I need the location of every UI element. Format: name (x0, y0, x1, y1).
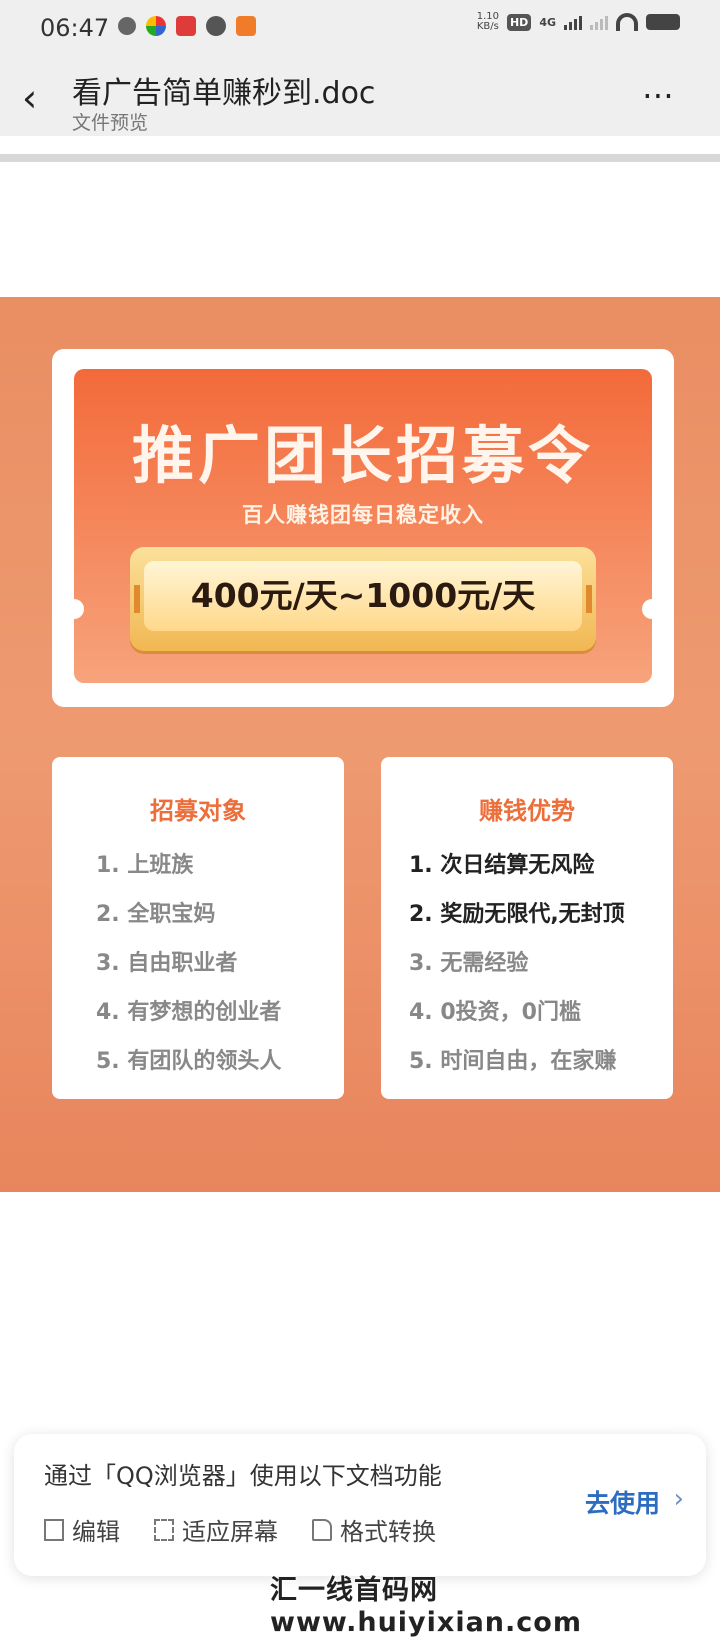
recruit-target-card: 招募对象 1. 上班族 2. 全职宝妈 3. 自由职业者 4. 有梦想的创业者 … (52, 757, 344, 1099)
back-icon[interactable]: ‹ (22, 78, 52, 118)
settings-icon (118, 17, 136, 35)
list-item: 1. 次日结算无风险 (409, 853, 595, 878)
notification-icons (118, 16, 256, 36)
chevron-right-icon[interactable]: › (674, 1484, 684, 1514)
feature-label: 编辑 (72, 1518, 120, 1546)
app-header: ‹ 看广告简单赚秒到.doc 文件预览 ⋯ (0, 56, 720, 136)
card-heading: 赚钱优势 (479, 797, 575, 825)
document-title: 看广告简单赚秒到.doc (72, 76, 376, 111)
list-item: 4. 0投资，0门槛 (409, 1000, 581, 1025)
expand-icon (154, 1518, 174, 1541)
app-notification-icon (236, 16, 256, 36)
feature-label: 格式转换 (340, 1518, 436, 1546)
battery-icon (646, 14, 680, 30)
watermark: 汇一线首码网 www.huiyixian.com (270, 1575, 582, 1638)
advantage-card: 赚钱优势 1. 次日结算无风险 2. 奖励无限代,无封顶 3. 无需经验 4. … (381, 757, 673, 1099)
list-item: 2. 全职宝妈 (96, 902, 216, 927)
signal-icon (564, 14, 582, 30)
list-item: 5. 时间自由，在家赚 (409, 1049, 617, 1074)
edit-icon (44, 1518, 64, 1541)
app-notification-icon (176, 16, 196, 36)
price-text: 400元/天~1000元/天 (144, 561, 582, 631)
edit-feature[interactable]: 编辑 (44, 1512, 120, 1547)
hd-icon: HD (506, 13, 532, 31)
go-use-button[interactable]: 去使用 (585, 1484, 660, 1520)
list-item: 3. 无需经验 (409, 951, 529, 976)
net-speed-unit: KB/s (476, 21, 499, 32)
recruit-target-list: 1. 上班族 2. 全职宝妈 3. 自由职业者 4. 有梦想的创业者 5. 有团… (96, 851, 281, 1096)
wifi-icon (616, 13, 638, 31)
poster-subtitle: 百人赚钱团每日稳定收入 (242, 503, 484, 527)
feature-label: 适应屏幕 (182, 1518, 278, 1546)
more-options-icon[interactable]: ⋯ (642, 76, 676, 114)
format-convert-feature[interactable]: 格式转换 (312, 1512, 436, 1547)
ticket-notch (64, 599, 84, 619)
list-item: 5. 有团队的领头人 (96, 1049, 282, 1074)
app-notification-icon (146, 16, 166, 36)
poster-banner: 推广团长招募令 百人赚钱团每日稳定收入 400元/天~1000元/天 (64, 369, 662, 683)
card-heading: 招募对象 (150, 797, 246, 825)
document-subtitle: 文件预览 (72, 112, 149, 134)
fit-screen-feature[interactable]: 适应屏幕 (154, 1512, 278, 1547)
status-bar: 06:47 1.10 KB/s HD 4G (0, 0, 720, 56)
badge-decoration (586, 585, 592, 613)
price-badge: 400元/天~1000元/天 (130, 547, 596, 651)
list-item: 4. 有梦想的创业者 (96, 1000, 282, 1025)
wechat-icon (206, 16, 226, 36)
signal-icon (590, 14, 608, 30)
status-time: 06:47 (40, 14, 110, 42)
ticket-notch (642, 599, 662, 619)
poster-title: 推广团长招募令 (131, 419, 594, 492)
net-speed: 1.10 KB/s (477, 12, 499, 32)
list-item: 2. 奖励无限代,无封顶 (409, 902, 625, 927)
feature-list: 编辑 适应屏幕 格式转换 (44, 1512, 436, 1547)
badge-decoration (134, 585, 140, 613)
poster-image: 推广团长招募令 百人赚钱团每日稳定收入 400元/天~1000元/天 招募对象 … (0, 297, 720, 1192)
list-item: 3. 自由职业者 (96, 951, 238, 976)
document-icon (312, 1518, 332, 1541)
advantage-list: 1. 次日结算无风险 2. 奖励无限代,无封顶 3. 无需经验 4. 0投资，0… (409, 851, 625, 1096)
divider (0, 154, 720, 162)
list-item: 1. 上班族 (96, 853, 194, 878)
network-type: 4G (539, 15, 556, 29)
promo-text: 通过「QQ浏览器」使用以下文档功能 (44, 1462, 442, 1490)
system-indicators: 1.10 KB/s HD 4G (477, 12, 680, 32)
qq-browser-promo-sheet: 通过「QQ浏览器」使用以下文档功能 编辑 适应屏幕 格式转换 去使用 › (14, 1434, 706, 1576)
poster-top-card: 推广团长招募令 百人赚钱团每日稳定收入 400元/天~1000元/天 (52, 349, 674, 707)
